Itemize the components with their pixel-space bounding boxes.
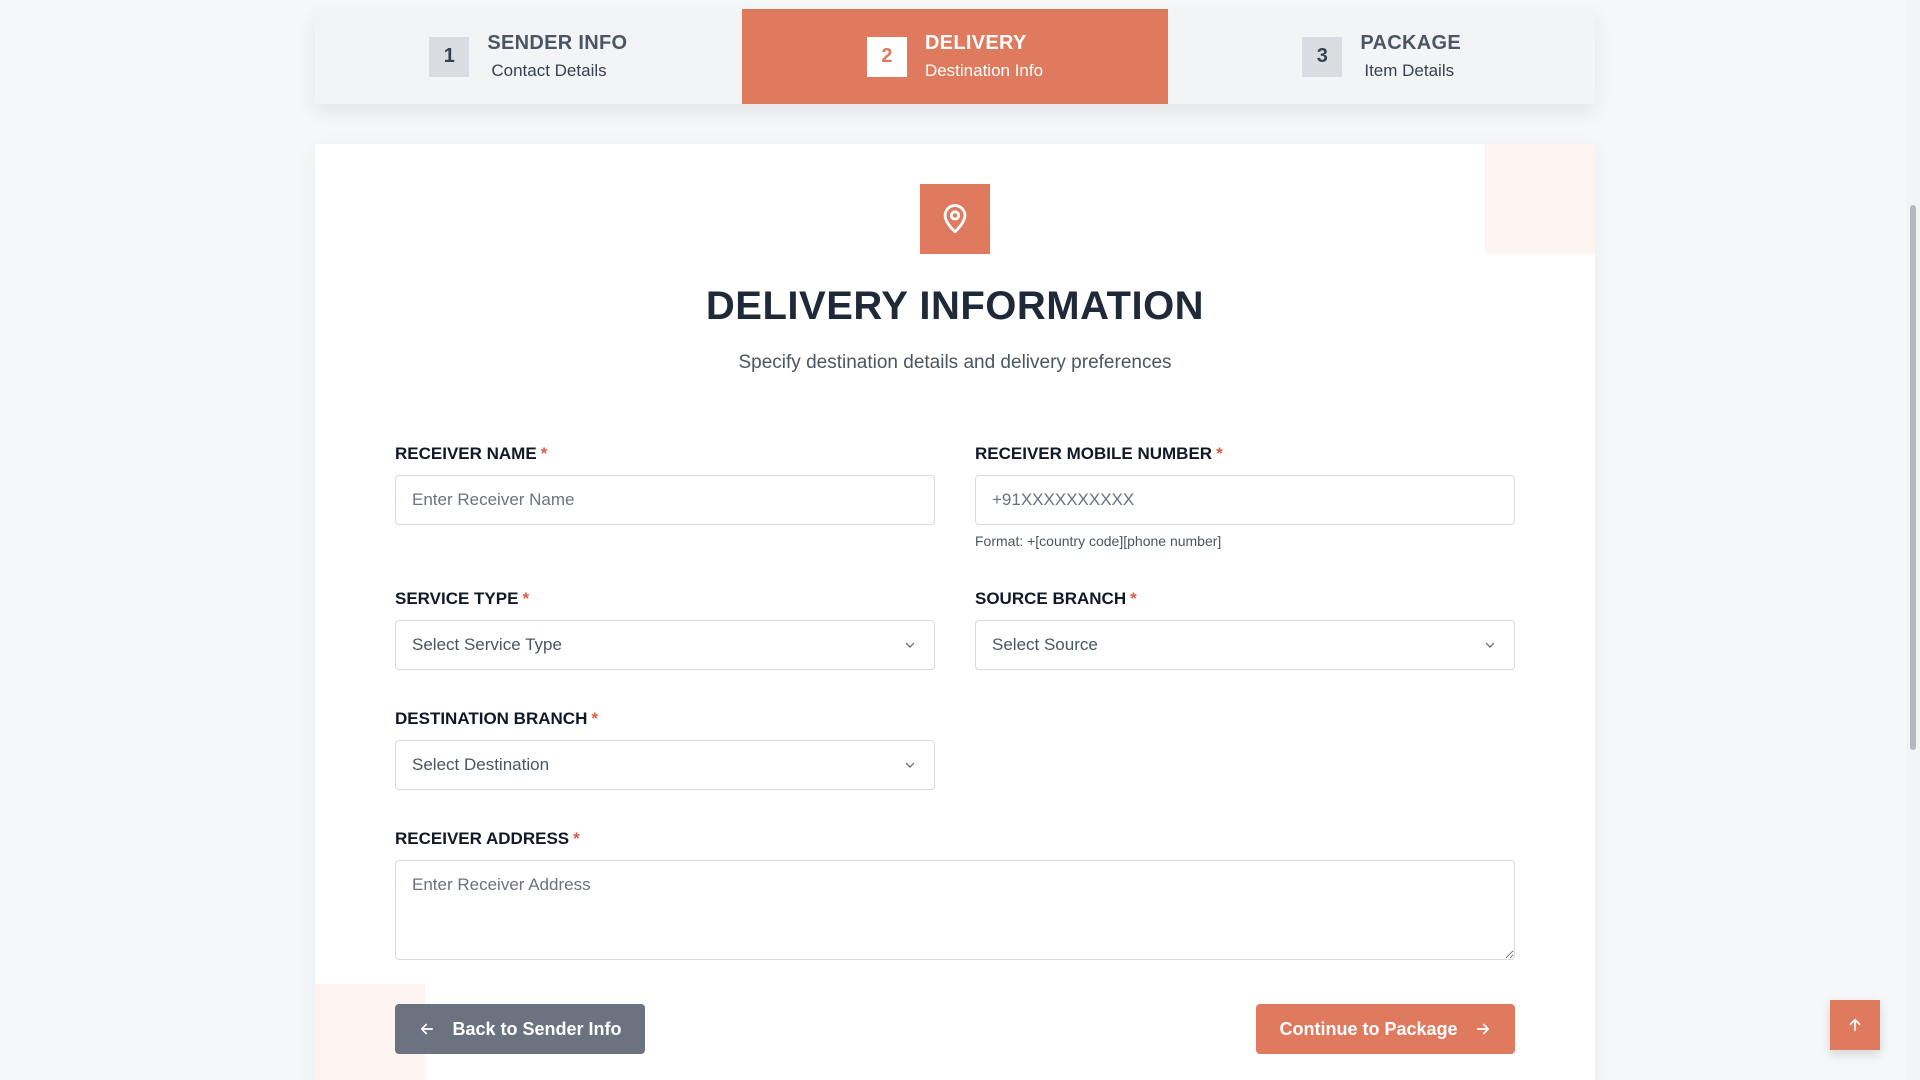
step-subtitle: Item Details bbox=[1364, 61, 1455, 80]
back-button-label: Back to Sender Info bbox=[452, 1018, 622, 1039]
step-delivery[interactable]: 2 DELIVERY Destination Info bbox=[741, 9, 1169, 104]
service-type-select[interactable]: Select Service Type bbox=[395, 620, 935, 670]
decorative-corner bbox=[1485, 144, 1595, 254]
step-number: 2 bbox=[866, 36, 907, 77]
delivery-form-card: DELIVERY INFORMATION Specify destination… bbox=[315, 144, 1595, 1080]
destination-branch-field: DESTINATION BRANCH * Select Destination bbox=[395, 709, 935, 790]
receiver-mobile-field: RECEIVER MOBILE NUMBER* Format: +[countr… bbox=[975, 444, 1515, 549]
mobile-format-hint: Format: +[country code][phone number] bbox=[975, 533, 1222, 549]
receiver-mobile-label: RECEIVER MOBILE NUMBER bbox=[975, 444, 1213, 463]
source-branch-value: Select Source bbox=[992, 635, 1098, 654]
required-marker: * bbox=[573, 829, 580, 848]
destination-branch-select[interactable]: Select Destination bbox=[395, 740, 935, 790]
step-package[interactable]: 3 PACKAGE Item Details bbox=[1168, 9, 1595, 104]
back-to-sender-button[interactable]: Back to Sender Info bbox=[395, 1004, 645, 1054]
service-type-label: SERVICE TYPE bbox=[395, 589, 519, 608]
service-type-value: Select Service Type bbox=[412, 635, 562, 654]
source-branch-select[interactable]: Select Source bbox=[975, 620, 1515, 670]
chevron-down-icon bbox=[1485, 642, 1495, 648]
source-branch-label: SOURCE BRANCH bbox=[975, 589, 1127, 608]
receiver-name-field: RECEIVER NAME * bbox=[395, 444, 935, 525]
scroll-to-top-button[interactable] bbox=[1830, 1000, 1880, 1050]
receiver-address-label: RECEIVER ADDRESS bbox=[395, 829, 570, 848]
required-marker: * bbox=[1130, 589, 1137, 608]
arrow-left-icon bbox=[421, 1023, 434, 1035]
arrow-up-icon bbox=[1849, 1018, 1861, 1032]
map-pin-icon bbox=[920, 184, 990, 254]
step-sender-info[interactable]: 1 SENDER INFO Contact Details bbox=[315, 9, 742, 104]
continue-button-label: Continue to Package bbox=[1279, 1018, 1458, 1039]
chevron-down-icon bbox=[905, 642, 915, 648]
required-marker: * bbox=[1216, 444, 1223, 463]
scrollbar-thumb[interactable] bbox=[1910, 205, 1916, 750]
receiver-address-field: RECEIVER ADDRESS * bbox=[395, 829, 1515, 965]
source-branch-field: SOURCE BRANCH * Select Source bbox=[975, 589, 1515, 670]
page-title: DELIVERY INFORMATION bbox=[705, 284, 1205, 328]
step-number: 1 bbox=[429, 36, 470, 77]
chevron-down-icon bbox=[905, 762, 915, 768]
service-type-field: SERVICE TYPE * Select Service Type bbox=[395, 589, 935, 670]
destination-branch-label: DESTINATION BRANCH bbox=[395, 709, 588, 728]
step-title: SENDER INFO bbox=[487, 32, 628, 54]
receiver-name-input[interactable] bbox=[395, 475, 935, 525]
page-subtitle: Specify destination details and delivery… bbox=[738, 352, 1172, 373]
arrow-right-icon bbox=[1476, 1023, 1489, 1035]
step-title: PACKAGE bbox=[1360, 32, 1461, 54]
required-marker: * bbox=[591, 709, 598, 728]
step-subtitle: Contact Details bbox=[491, 61, 607, 80]
required-marker: * bbox=[522, 589, 530, 608]
continue-to-package-button[interactable]: Continue to Package bbox=[1256, 1004, 1515, 1054]
receiver-mobile-input[interactable] bbox=[975, 475, 1515, 525]
receiver-name-label: RECEIVER NAME bbox=[395, 444, 537, 463]
progress-stepper: 1 SENDER INFO Contact Details 2 DELIVERY… bbox=[315, 9, 1595, 104]
step-subtitle: Destination Info bbox=[924, 61, 1044, 80]
receiver-address-input[interactable] bbox=[395, 860, 1515, 960]
step-number: 3 bbox=[1302, 36, 1343, 77]
required-marker: * bbox=[540, 444, 548, 463]
step-title: DELIVERY bbox=[924, 32, 1027, 54]
destination-branch-value: Select Destination bbox=[412, 755, 550, 774]
page-scrollbar[interactable] bbox=[1906, 0, 1920, 1080]
